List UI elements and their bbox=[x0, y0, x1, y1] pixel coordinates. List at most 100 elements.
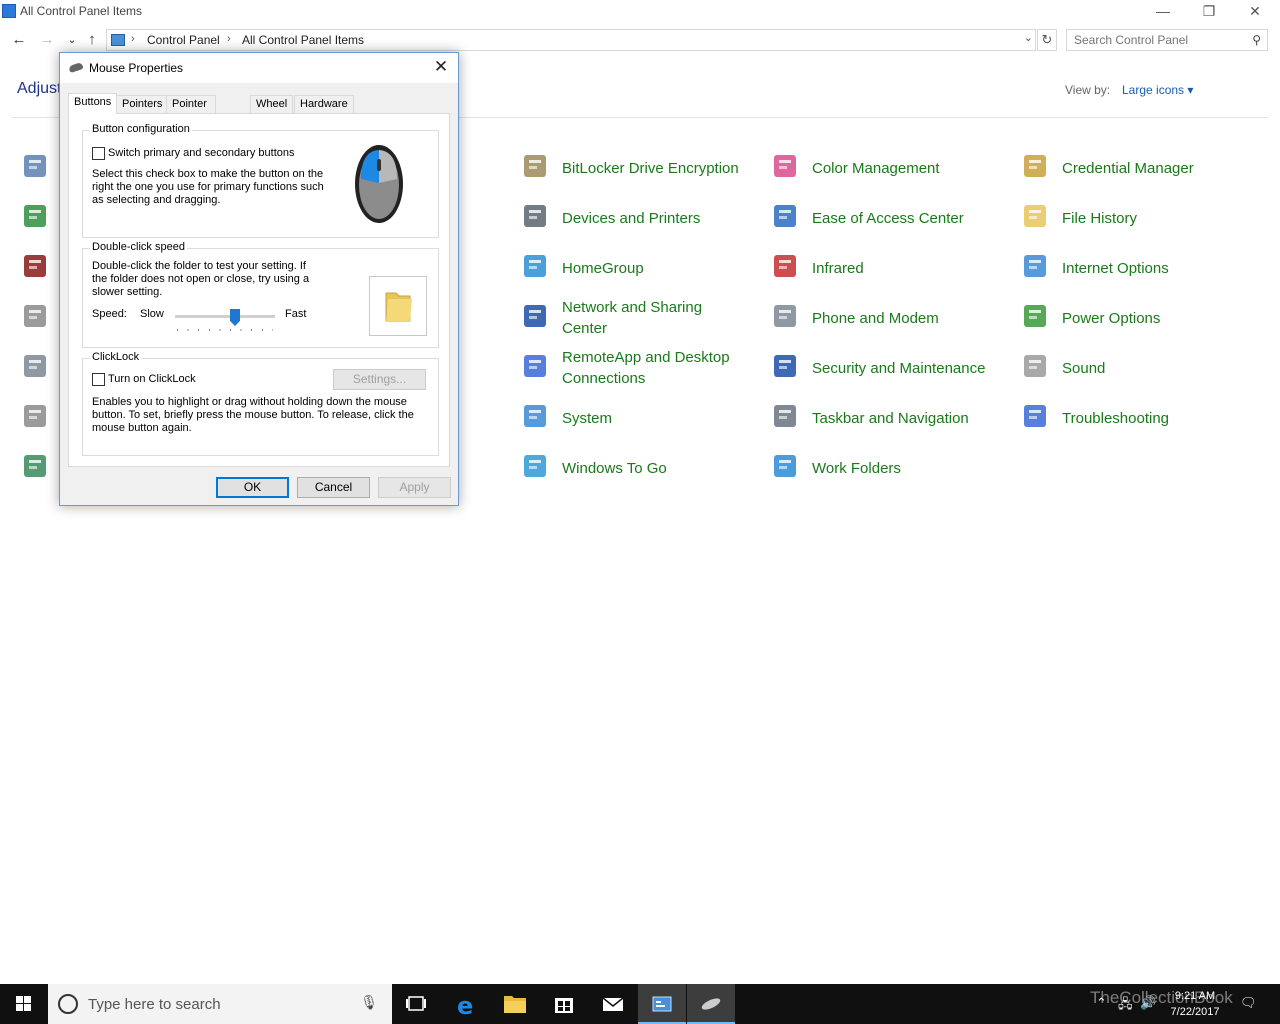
control-panel-icon bbox=[652, 996, 672, 1012]
control-panel-item[interactable]: Internet Options bbox=[1020, 246, 1260, 290]
file-history-icon bbox=[1020, 200, 1052, 232]
search-box[interactable]: ⚲ bbox=[1066, 29, 1268, 51]
control-panel-item-label[interactable]: Network and Sharing Center bbox=[562, 296, 742, 340]
control-panel-icon bbox=[2, 4, 16, 18]
control-panel-item-label[interactable]: Devices and Printers bbox=[562, 196, 742, 240]
cancel-button[interactable]: Cancel bbox=[297, 477, 370, 498]
control-panel-item[interactable]: Phone and Modem bbox=[770, 296, 1010, 340]
control-panel-item-label[interactable]: Troubleshooting bbox=[1062, 396, 1242, 440]
view-by-dropdown[interactable]: Large icons ▾ bbox=[1122, 83, 1193, 97]
clock[interactable]: 9:21 AM 7/22/2017 bbox=[1162, 988, 1228, 1020]
control-panel-item[interactable]: Power Options bbox=[1020, 296, 1260, 340]
microphone-icon[interactable]: 🎙 bbox=[360, 994, 378, 1011]
control-panel-item-label[interactable]: Sound bbox=[1062, 346, 1242, 390]
control-panel-item-label[interactable]: Windows To Go bbox=[562, 446, 742, 490]
control-panel-item-label[interactable]: Power Options bbox=[1062, 296, 1242, 340]
slider-thumb[interactable] bbox=[230, 309, 240, 326]
network-icon bbox=[520, 300, 552, 332]
control-panel-item[interactable]: File History bbox=[1020, 196, 1260, 240]
tab-buttons[interactable]: Buttons bbox=[68, 93, 118, 114]
control-panel-item-label[interactable]: Phone and Modem bbox=[812, 296, 992, 340]
control-panel-item[interactable]: HomeGroup bbox=[520, 246, 760, 290]
tab-hardware[interactable]: Hardware bbox=[294, 95, 354, 114]
volume-icon[interactable]: 🔊 bbox=[1140, 995, 1156, 1011]
restore-button[interactable]: ❐ bbox=[1186, 0, 1232, 24]
control-panel-item[interactable]: Color Management bbox=[770, 146, 1010, 190]
switch-buttons-label[interactable]: Switch primary and secondary buttons bbox=[108, 147, 294, 160]
tab-pointers[interactable]: Pointers bbox=[116, 95, 169, 114]
clicklock-settings-button[interactable]: Settings... bbox=[333, 369, 426, 390]
chevron-down-icon[interactable]: ⌄ bbox=[1024, 31, 1033, 44]
troubleshooting-icon bbox=[1020, 400, 1052, 432]
back-button[interactable]: ← bbox=[9, 30, 29, 50]
search-input[interactable] bbox=[1067, 30, 1243, 50]
control-panel-item[interactable]: Ease of Access Center bbox=[770, 196, 1010, 240]
show-hidden-icons[interactable]: ⌃ bbox=[1096, 995, 1107, 1011]
close-window-button[interactable]: ✕ bbox=[1232, 0, 1278, 24]
action-center-icon[interactable]: 🗨 bbox=[1240, 995, 1257, 1011]
control-panel-item-label[interactable]: Security and Maintenance bbox=[812, 346, 992, 390]
mouse-icon bbox=[701, 998, 721, 1010]
taskbar-search-placeholder[interactable]: Type here to search bbox=[88, 996, 221, 1013]
breadcrumb-separator[interactable]: › bbox=[131, 33, 135, 45]
store-button[interactable] bbox=[540, 984, 588, 1024]
breadcrumb-all-items[interactable]: All Control Panel Items bbox=[242, 33, 364, 47]
file-explorer-button[interactable] bbox=[491, 984, 539, 1024]
edge-button[interactable]: e bbox=[443, 984, 491, 1024]
control-panel-item[interactable]: Network and Sharing Center bbox=[520, 296, 760, 340]
control-panel-item-label[interactable]: Ease of Access Center bbox=[812, 196, 992, 240]
dialog-close-button[interactable]: ✕ bbox=[430, 57, 452, 79]
control-panel-item[interactable]: Work Folders bbox=[770, 446, 1010, 490]
refresh-button[interactable]: ↻ bbox=[1037, 29, 1057, 51]
search-icon[interactable]: ⚲ bbox=[1252, 33, 1261, 47]
control-panel-item[interactable]: Sound bbox=[1020, 346, 1260, 390]
speed-slider[interactable] bbox=[175, 309, 275, 333]
control-panel-item-label[interactable]: Infrared bbox=[812, 246, 992, 290]
mouse-properties-taskbar-button[interactable] bbox=[687, 984, 735, 1024]
control-panel-item[interactable]: Troubleshooting bbox=[1020, 396, 1260, 440]
breadcrumb-control-panel[interactable]: Control Panel bbox=[147, 33, 220, 47]
control-panel-taskbar-button[interactable] bbox=[638, 984, 686, 1024]
control-panel-item-label[interactable]: Taskbar and Navigation bbox=[812, 396, 992, 440]
navigation-bar: ← → ⌄ ↑ › Control Panel › All Control Pa… bbox=[0, 28, 1280, 52]
control-panel-item-label[interactable]: Internet Options bbox=[1062, 246, 1242, 290]
taskbar-search-box[interactable]: Type here to search 🎙 bbox=[48, 984, 392, 1024]
test-folder[interactable] bbox=[369, 276, 427, 336]
up-button[interactable]: ↑ bbox=[82, 30, 102, 50]
control-panel-item[interactable]: Security and Maintenance bbox=[770, 346, 1010, 390]
control-panel-item-label[interactable]: HomeGroup bbox=[562, 246, 742, 290]
control-panel-item-label[interactable]: Credential Manager bbox=[1062, 146, 1242, 190]
clicklock-label[interactable]: Turn on ClickLock bbox=[108, 373, 196, 386]
network-icon[interactable]: 🖧 bbox=[1118, 995, 1133, 1017]
clicklock-checkbox[interactable] bbox=[92, 373, 105, 386]
forward-button[interactable]: → bbox=[37, 30, 57, 50]
task-view-button[interactable] bbox=[392, 984, 440, 1024]
control-panel-item[interactable]: Infrared bbox=[770, 246, 1010, 290]
control-panel-item-label[interactable]: File History bbox=[1062, 196, 1242, 240]
ok-button[interactable]: OK bbox=[216, 477, 289, 498]
apply-button[interactable]: Apply bbox=[378, 477, 451, 498]
window-title: All Control Panel Items bbox=[20, 4, 143, 18]
control-panel-item-label[interactable]: Color Management bbox=[812, 146, 992, 190]
control-panel-item-label[interactable]: Work Folders bbox=[812, 446, 992, 490]
control-panel-item-label[interactable]: BitLocker Drive Encryption bbox=[562, 146, 742, 190]
group-legend: ClickLock bbox=[90, 351, 142, 363]
control-panel-item[interactable]: BitLocker Drive Encryption bbox=[520, 146, 760, 190]
control-panel-item[interactable]: Windows To Go bbox=[520, 446, 760, 490]
mail-button[interactable] bbox=[589, 984, 637, 1024]
control-panel-item[interactable]: Taskbar and Navigation bbox=[770, 396, 1010, 440]
tab-wheel[interactable]: Wheel bbox=[250, 95, 294, 114]
control-panel-item-label[interactable]: RemoteApp and Desktop Connections bbox=[562, 346, 742, 390]
control-panel-item[interactable]: Credential Manager bbox=[1020, 146, 1260, 190]
recent-locations-button[interactable]: ⌄ bbox=[62, 30, 82, 50]
minimize-button[interactable]: — bbox=[1140, 0, 1186, 24]
breadcrumb-separator[interactable]: › bbox=[227, 33, 231, 45]
tab-pointer-options[interactable]: Pointer Options bbox=[166, 95, 216, 127]
switch-buttons-checkbox[interactable] bbox=[92, 147, 105, 160]
control-panel-item[interactable]: Devices and Printers bbox=[520, 196, 760, 240]
start-button[interactable] bbox=[0, 984, 48, 1024]
control-panel-item[interactable]: System bbox=[520, 396, 760, 440]
address-bar[interactable]: › Control Panel › All Control Panel Item… bbox=[106, 29, 1036, 51]
control-panel-item-label[interactable]: System bbox=[562, 396, 742, 440]
control-panel-item[interactable]: RemoteApp and Desktop Connections bbox=[520, 346, 760, 390]
